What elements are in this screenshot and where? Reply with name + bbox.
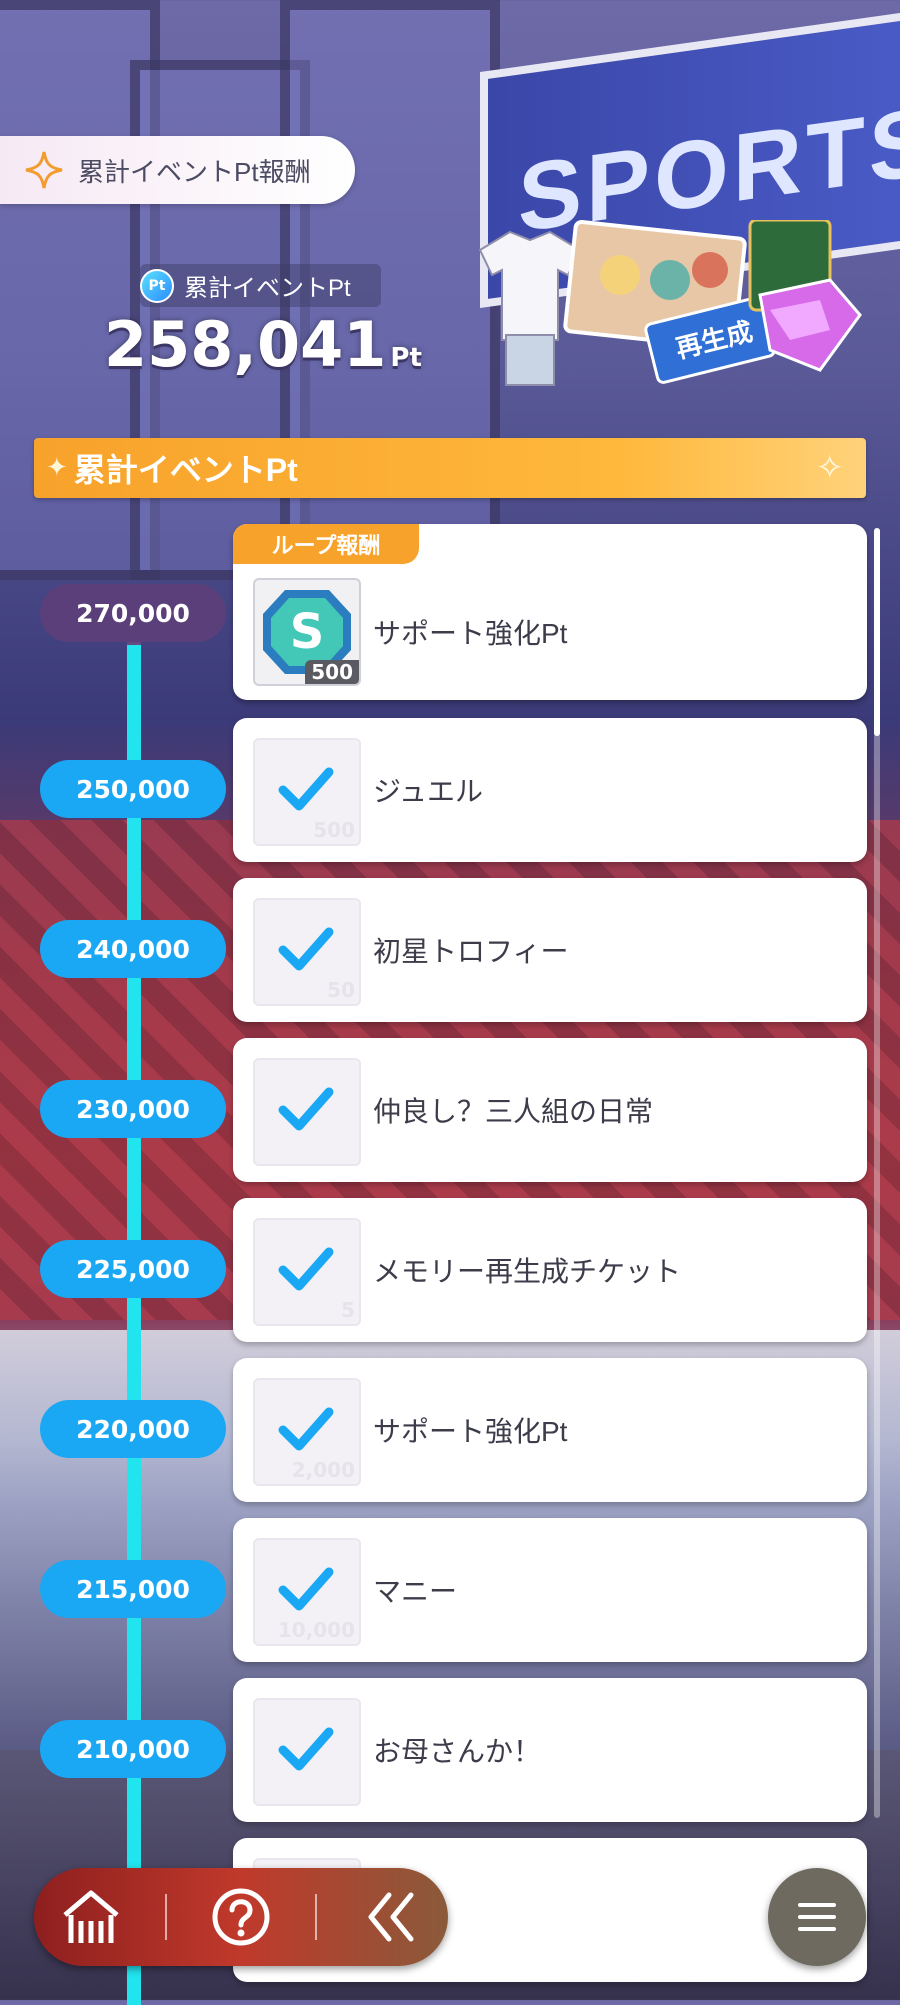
- checkmark-icon: [278, 1407, 334, 1451]
- header-title-tag: 累計イベントPt報酬: [0, 136, 355, 204]
- help-button[interactable]: [201, 1877, 281, 1957]
- points-label: 累計イベントPt: [184, 275, 351, 302]
- home-button[interactable]: [51, 1877, 131, 1957]
- reward-name: サポート強化Pt: [373, 618, 568, 649]
- reward-name: マニー: [373, 1576, 458, 1607]
- svg-text:S: S: [290, 604, 325, 660]
- back-icon: [368, 1892, 414, 1942]
- reward-card[interactable]: 仲良し？三人組の日常: [233, 1038, 867, 1182]
- reward-card[interactable]: 50 初星トロフィー: [233, 878, 867, 1022]
- help-icon: [212, 1888, 270, 1946]
- reward-name: メモリー再生成チケット: [373, 1256, 682, 1287]
- section-title: 累計イベントPt: [73, 452, 298, 488]
- threshold-pill: 230,000: [40, 1080, 226, 1138]
- menu-icon: [798, 1903, 836, 1931]
- pt-icon: Pt: [140, 268, 174, 303]
- item-quantity: 50: [327, 978, 355, 1002]
- item-quantity: 2,000: [291, 1458, 355, 1482]
- points-value: 258,041 Pt: [104, 308, 422, 381]
- item-quantity: 10,000: [277, 1618, 355, 1642]
- nav-divider: [315, 1894, 317, 1940]
- sparkle-deco-icon: ✧: [815, 448, 845, 488]
- threshold-pill: 215,000: [40, 1560, 226, 1618]
- reward-card[interactable]: 10,000 マニー: [233, 1518, 867, 1662]
- sparkle-icon: ✦: [46, 453, 68, 483]
- item-quantity: 500: [305, 660, 359, 684]
- threshold-pill: 240,000: [40, 920, 226, 978]
- back-button[interactable]: [351, 1877, 431, 1957]
- reward-name: 仲良し？三人組の日常: [373, 1096, 654, 1127]
- nav-divider: [165, 1894, 167, 1940]
- bottom-nav: [34, 1868, 448, 1966]
- reward-card[interactable]: 5 メモリー再生成チケット: [233, 1198, 867, 1342]
- header-title: 累計イベントPt報酬: [78, 156, 311, 187]
- threshold-pill: 250,000: [40, 760, 226, 818]
- threshold-pill: 270,000: [40, 584, 226, 642]
- reward-card[interactable]: 500 ジュエル: [233, 718, 867, 862]
- loop-reward-tag: ループ報酬: [233, 524, 419, 564]
- home-icon: [63, 1890, 119, 1943]
- reward-card[interactable]: 2,000 サポート強化Pt: [233, 1358, 867, 1502]
- reward-name: 初星トロフィー: [373, 936, 569, 967]
- timeline-track: [127, 645, 141, 2005]
- reward-name: ジュエル: [373, 776, 484, 807]
- jewel-icon: [758, 278, 862, 372]
- support-pt-thumbnail: S 500: [253, 578, 361, 686]
- loop-reward-card[interactable]: ループ報酬 S 500 サポート強化Pt: [233, 524, 867, 700]
- checkmark-icon: [278, 1247, 334, 1291]
- checkmark-icon: [278, 1087, 334, 1131]
- sparkle-icon: [25, 151, 63, 189]
- points-label-row: Pt 累計イベントPt: [140, 264, 381, 307]
- checkmark-icon: [278, 1727, 334, 1771]
- threshold-pill: 210,000: [40, 1720, 226, 1778]
- points-number: 258,041: [104, 308, 387, 381]
- threshold-pill: 220,000: [40, 1400, 226, 1458]
- item-quantity: 500: [313, 818, 355, 842]
- reward-preview-image[interactable]: 再生成: [470, 220, 870, 390]
- scrollbar-thumb[interactable]: [874, 528, 880, 736]
- item-quantity: 5: [341, 1298, 355, 1322]
- points-unit: Pt: [390, 343, 422, 373]
- reward-card[interactable]: お母さんか！: [233, 1678, 867, 1822]
- threshold-pill: 225,000: [40, 1240, 226, 1298]
- checkmark-icon: [278, 927, 334, 971]
- menu-button[interactable]: [768, 1868, 866, 1966]
- section-banner: ✦ 累計イベントPt ✧: [34, 438, 866, 498]
- reward-name: サポート強化Pt: [373, 1416, 568, 1447]
- checkmark-icon: [278, 767, 334, 811]
- checkmark-icon: [278, 1567, 334, 1611]
- reward-name: お母さんか！: [373, 1736, 542, 1767]
- shirt-icon: [478, 230, 582, 386]
